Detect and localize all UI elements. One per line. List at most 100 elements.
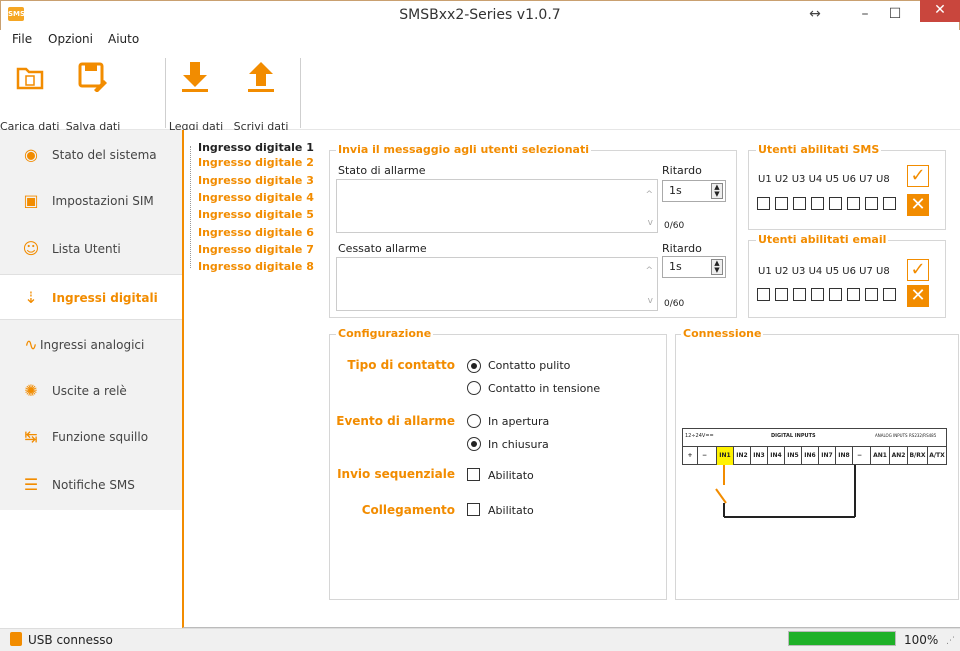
menu-options[interactable]: Opzioni	[48, 32, 93, 46]
sms-user-checkbox[interactable]	[775, 197, 788, 210]
resize-icon[interactable]: ↔	[800, 0, 830, 30]
save-data-button[interactable]: Salva dati	[58, 58, 128, 138]
tree-item-input-7[interactable]: Ingresso digitale 7	[198, 243, 314, 256]
download-icon	[182, 62, 208, 92]
digital-input-icon: ⇣	[24, 288, 38, 307]
tree-item-input-8[interactable]: Ingresso digitale 8	[198, 260, 314, 273]
email-user-checkbox[interactable]	[757, 288, 770, 301]
alarm-delay-spinner[interactable]: 1s ▲ ▼	[662, 180, 726, 202]
sidebar-item-digital-inputs[interactable]: ⇣ Ingressi digitali	[0, 274, 182, 320]
email-user-checkbox[interactable]	[775, 288, 788, 301]
tree-item-input-2[interactable]: Ingresso digitale 2	[198, 156, 314, 169]
email-users-title: Utenti abilitati email	[756, 233, 889, 246]
sidebar-item-system-status[interactable]: ◉ Stato del sistema	[0, 132, 182, 178]
tree-item-input-1[interactable]: Ingresso digitale 1	[198, 141, 314, 154]
email-users-header: U1 U2 U3 U4 U5 U6 U7 U8	[758, 266, 890, 277]
wiring-diagram	[715, 465, 856, 518]
deselect-all-email-icon[interactable]: ✕	[907, 285, 929, 307]
terminal-in1: IN1	[716, 447, 733, 465]
sidebar-item-label: Ingressi digitali	[52, 291, 158, 305]
sms-user-checkboxes	[757, 197, 907, 213]
progress-bar	[788, 631, 896, 646]
close-button[interactable]: ✕	[920, 0, 960, 22]
terminal: IN7	[818, 447, 835, 465]
terminal: IN2	[733, 447, 750, 465]
sidebar-item-label: Notifiche SMS	[52, 478, 135, 492]
resize-grip-icon[interactable]: ⋰	[946, 636, 955, 646]
menu-bar	[0, 30, 960, 50]
deselect-all-sms-icon[interactable]: ✕	[907, 194, 929, 216]
sidebar-item-analog-inputs[interactable]: ∿ Ingressi analogici	[0, 322, 182, 368]
menu-help[interactable]: Aiuto	[108, 32, 139, 46]
contact-voltage-label: Contatto in tensione	[488, 382, 601, 395]
tree-item-input-3[interactable]: Ingresso digitale 3	[198, 174, 314, 187]
sms-user-checkbox[interactable]	[757, 197, 770, 210]
menu-file[interactable]: File	[12, 32, 32, 46]
contact-voltage-radio[interactable]	[467, 381, 481, 395]
spinner-arrows-icon[interactable]: ▲ ▼	[711, 183, 723, 199]
contact-clean-radio[interactable]	[467, 359, 481, 373]
event-close-radio[interactable]	[467, 437, 481, 451]
sms-icon: ☰	[23, 475, 39, 494]
sidebar-item-label: Lista Utenti	[52, 242, 121, 256]
sidebar-item-sms-notifications[interactable]: ☰ Notifiche SMS	[0, 462, 182, 508]
terminal: +	[687, 452, 693, 459]
load-data-button[interactable]: Carica dati	[0, 58, 59, 138]
email-user-checkbox[interactable]	[847, 288, 860, 301]
event-close-label: In chiusura	[488, 438, 549, 451]
terminal: IN4	[767, 447, 784, 465]
terminal: −	[697, 447, 711, 465]
scroll-down-icon[interactable]: v	[648, 218, 653, 228]
select-all-sms-icon[interactable]: ✓	[907, 165, 929, 187]
message-group-title: Invia il messaggio agli utenti seleziona…	[336, 143, 591, 156]
end-delay-value: 1s	[669, 260, 682, 273]
email-user-checkbox[interactable]	[829, 288, 842, 301]
sms-user-checkbox[interactable]	[829, 197, 842, 210]
upload-icon	[248, 62, 274, 92]
scroll-up-icon[interactable]: ^	[645, 266, 653, 276]
scroll-up-icon[interactable]: ^	[645, 190, 653, 200]
sidebar-item-relay-outputs[interactable]: ✺ Uscite a relè	[0, 368, 182, 414]
minimize-button[interactable]: –	[850, 0, 880, 30]
spinner-arrows-icon[interactable]: ▲ ▼	[711, 259, 723, 275]
maximize-button[interactable]: ☐	[880, 0, 910, 30]
sequential-send-checkbox[interactable]	[467, 468, 480, 481]
alarm-state-label: Stato di allarme	[338, 164, 426, 177]
end-alarm-textarea[interactable]: ^ v	[336, 257, 658, 311]
sms-users-title: Utenti abilitati SMS	[756, 143, 882, 156]
email-user-checkbox[interactable]	[811, 288, 824, 301]
write-data-button[interactable]: Scrivi dati	[226, 58, 296, 138]
terminal-block: 12÷24V== DIGITAL INPUTS ANALOG INPUTS RS…	[682, 428, 947, 465]
end-delay-spinner[interactable]: 1s ▲ ▼	[662, 256, 726, 278]
sidebar-item-label: Uscite a relè	[52, 384, 127, 398]
link-checkbox[interactable]	[467, 503, 480, 516]
sms-user-checkbox[interactable]	[865, 197, 878, 210]
select-all-email-icon[interactable]: ✓	[907, 259, 929, 281]
scroll-down-icon[interactable]: v	[648, 296, 653, 306]
tree-item-input-6[interactable]: Ingresso digitale 6	[198, 226, 314, 239]
email-user-checkbox[interactable]	[883, 288, 896, 301]
link-option: Abilitato	[488, 504, 534, 517]
sidebar-item-label: Stato del sistema	[52, 148, 157, 162]
event-open-radio[interactable]	[467, 414, 481, 428]
analog-inputs-label: ANALOG INPUTS	[875, 433, 908, 438]
email-user-checkbox[interactable]	[793, 288, 806, 301]
tree-item-input-5[interactable]: Ingresso digitale 5	[198, 208, 314, 221]
sidebar-item-users[interactable]: ☺ Lista Utenti	[0, 226, 182, 272]
email-user-checkbox[interactable]	[865, 288, 878, 301]
sequential-send-label: Invio sequenziale	[337, 467, 455, 481]
configuration-title: Configurazione	[336, 327, 434, 340]
sidebar-item-ring-function[interactable]: ↹ Funzione squillo	[0, 414, 182, 460]
end-delay-label: Ritardo	[662, 242, 702, 255]
folder-icon	[16, 67, 44, 90]
sms-user-checkbox[interactable]	[811, 197, 824, 210]
sms-user-checkbox[interactable]	[883, 197, 896, 210]
analog-input-icon: ∿	[24, 335, 38, 354]
sidebar-item-sim-settings[interactable]: ▣ Impostazioni SIM	[0, 178, 182, 224]
sms-user-checkbox[interactable]	[793, 197, 806, 210]
sms-user-checkbox[interactable]	[847, 197, 860, 210]
alarm-message-textarea[interactable]: ^ v	[336, 179, 658, 233]
tree-item-input-4[interactable]: Ingresso digitale 4	[198, 191, 314, 204]
contact-clean-label: Contatto pulito	[488, 359, 571, 372]
read-data-button[interactable]: Leggi dati	[166, 58, 226, 138]
